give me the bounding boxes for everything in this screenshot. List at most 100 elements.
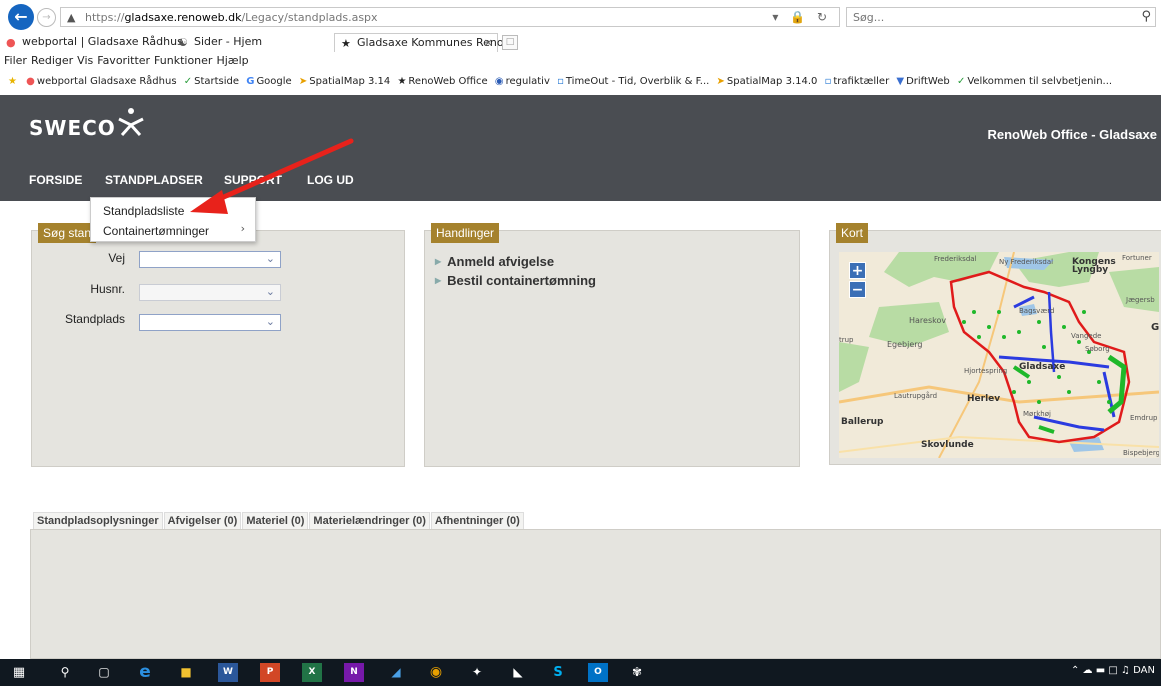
zoom-in-button[interactable]: + <box>849 262 866 279</box>
husnr-label: Husnr. <box>90 282 125 296</box>
nav-forside[interactable]: FORSIDE <box>29 173 82 187</box>
info-tabs: Standpladsoplysninger Afvigelser (0) Mater… <box>33 512 525 529</box>
renoweb-icon: ★ <box>397 76 407 87</box>
action-anmeld-afvigelse[interactable]: ▶ Anmeld afvigelse <box>435 254 554 269</box>
standplads-select[interactable]: ⌄ <box>139 314 281 331</box>
app-title: RenoWeb Office - Gladsaxe <box>987 127 1157 142</box>
tab-afvigelser[interactable]: Afvigelser (0) <box>163 512 242 529</box>
dropdown-standpladsliste[interactable]: Standpladsliste <box>103 204 184 218</box>
browser-search-box[interactable]: ⚲ <box>846 7 1156 27</box>
tab-materiel[interactable]: Materiel (0) <box>242 512 309 529</box>
paint-icon[interactable]: ✾ <box>627 663 647 682</box>
renoweb-tab-icon: ★ <box>341 37 351 50</box>
fav-spatialmap[interactable]: ➤ SpatialMap 3.14 <box>299 69 390 95</box>
outlook-icon[interactable]: O <box>588 663 608 682</box>
fav-startside[interactable]: ✓ Startside <box>184 69 239 95</box>
zoom-out-button[interactable]: − <box>849 281 866 298</box>
arrow-icon: ➤ <box>298 76 308 87</box>
tab-materielaendringer[interactable]: Materielændringer (0) <box>309 512 430 529</box>
map-label: Ny Frederiksdal <box>999 258 1054 266</box>
powerpoint-icon[interactable]: P <box>260 663 280 682</box>
fav-timeout[interactable]: ▫ TimeOut - Tid, Overblik & F... <box>557 69 709 95</box>
arrow-icon-2: ➤ <box>716 76 725 87</box>
vej-select[interactable]: ⌄ <box>139 251 281 268</box>
windows-taskbar: ▦ ⚲ ▢ e ■ W P X N ◢ ◉ ✦ ◣ S O ✾ ⌃ ☁ ▬ □ … <box>0 659 1161 686</box>
tool-icon[interactable]: ✦ <box>467 663 487 682</box>
search-icon[interactable]: ⚲ <box>1141 9 1151 24</box>
browser-tab-row: ● webportal | Gladsaxe Rådhus ☯ Sider - … <box>0 33 1161 52</box>
fav-renoweb-office[interactable]: ★ RenoWeb Office <box>397 69 487 95</box>
menu-favoritter[interactable]: Favoritter <box>95 52 152 69</box>
map-panel: Kort + − Frederiksdal Ny Frederiksdal Ko… <box>829 223 1161 465</box>
tab-gladsaxe-reno[interactable]: ★ Gladsaxe Kommunes Reno... × <box>334 33 514 52</box>
favorites-star-icon[interactable]: ★ <box>8 69 19 95</box>
map-label: trup <box>839 336 854 344</box>
menu-vis[interactable]: Vis <box>75 52 95 69</box>
chrome-icon[interactable]: ◉ <box>426 663 446 682</box>
address-bar[interactable]: ▲ https://gladsaxe.renoweb.dk/Legacy/sta… <box>60 7 840 27</box>
map-label: Hjortespring <box>964 367 1008 375</box>
skype-icon[interactable]: S <box>548 663 568 682</box>
browser-search-input[interactable] <box>853 10 1113 24</box>
notes-icon[interactable]: ◣ <box>508 663 528 682</box>
fav-velkommen[interactable]: ✓ Velkommen til selvbetjenin... <box>957 69 1112 95</box>
site-header: SWECO RenoWeb Office - Gladsaxe FORSIDE … <box>0 95 1161 201</box>
map-label: Emdrup <box>1130 414 1158 422</box>
tray-language: DAN <box>1133 665 1155 676</box>
map-label: G <box>1151 322 1159 333</box>
app-icon-blue[interactable]: ◢ <box>386 663 406 682</box>
tab-webportal[interactable]: ● webportal | Gladsaxe Rådhus <box>0 33 183 52</box>
fav-trafiktaeller[interactable]: ▫ trafiktæller <box>825 69 890 95</box>
new-tab-button[interactable]: □ <box>502 35 518 50</box>
onenote-icon[interactable]: N <box>344 663 364 682</box>
windows-start-icon[interactable]: ▦ <box>10 663 28 682</box>
word-icon[interactable]: W <box>218 663 238 682</box>
shield-icon: ▼ <box>896 76 905 87</box>
back-button[interactable]: ← <box>8 4 34 30</box>
map-label: Kongens Lyngby <box>1072 257 1116 275</box>
fav-webportal[interactable]: ● webportal Gladsaxe Rådhus <box>26 69 176 95</box>
file-explorer-icon[interactable]: ■ <box>176 663 196 682</box>
system-tray[interactable]: ⌃ ☁ ▬ □ ♫ DAN <box>1071 665 1155 676</box>
fav-google[interactable]: G Google <box>246 69 291 95</box>
map-label: Herlev <box>967 394 1001 404</box>
lock-refresh-icons[interactable]: ▾ 🔒 ↻ <box>772 10 831 24</box>
menu-rediger[interactable]: Rediger <box>29 52 75 69</box>
ie-page-icon: ▫ <box>557 76 564 87</box>
task-view-icon[interactable]: ▢ <box>95 663 113 682</box>
husnr-select[interactable]: ⌄ <box>139 284 281 301</box>
map-label: Fortuner <box>1122 254 1152 262</box>
browser-menu-bar: Filer Rediger Vis Favoritter Funktioner Hjælp <box>0 52 1161 69</box>
fav-spatialmap-3140[interactable]: ➤ SpatialMap 3.14.0 <box>716 69 817 95</box>
dropdown-containertomninger[interactable]: Containertømninger <box>103 224 209 238</box>
map-label: Bispebjerg <box>1123 449 1159 457</box>
vej-label: Vej <box>108 251 125 265</box>
nav-support[interactable]: SUPPORT <box>224 173 282 187</box>
bullet-icon: ▶ <box>435 257 442 266</box>
search-icon[interactable]: ⚲ <box>56 663 74 682</box>
menu-funktioner[interactable]: Funktioner <box>152 52 214 69</box>
nav-standpladser[interactable]: STANDPLADSER <box>105 173 203 187</box>
tab-afhentninger[interactable]: Afhentninger (0) <box>430 512 524 529</box>
menu-filer[interactable]: Filer <box>2 52 29 69</box>
site-icon: ▲ <box>67 11 76 24</box>
excel-icon[interactable]: X <box>302 663 322 682</box>
close-tab-icon[interactable]: × <box>484 34 493 51</box>
fav-driftweb[interactable]: ▼ DriftWeb <box>896 69 949 95</box>
internet-explorer-icon[interactable]: e <box>133 663 157 682</box>
checkmark-icon-2: ✓ <box>956 76 966 87</box>
fav-regulativ[interactable]: ◉ regulativ <box>495 69 550 95</box>
map-view[interactable]: + − Frederiksdal Ny Frederiksdal Kongens… <box>839 252 1159 458</box>
tab-standpladsoplysninger[interactable]: Standpladsoplysninger <box>33 512 163 529</box>
map-label: Lautrupgård <box>894 392 938 400</box>
menu-hjaelp[interactable]: Hjælp <box>214 52 250 69</box>
map-label: Gladsaxe <box>1019 362 1066 372</box>
action-bestil-containertomning[interactable]: ▶ Bestil containertømning <box>435 273 596 288</box>
map-label: Ballerup <box>841 417 884 427</box>
google-icon: G <box>246 76 255 87</box>
nav-log-ud[interactable]: LOG UD <box>307 173 354 187</box>
standpladser-dropdown: Standpladsliste Containertømninger › <box>90 197 256 242</box>
forward-button[interactable]: → <box>37 8 56 27</box>
tab-sider-hjem[interactable]: ☯ Sider - Hjem <box>172 33 332 52</box>
standplads-label: Standplads <box>64 312 125 326</box>
